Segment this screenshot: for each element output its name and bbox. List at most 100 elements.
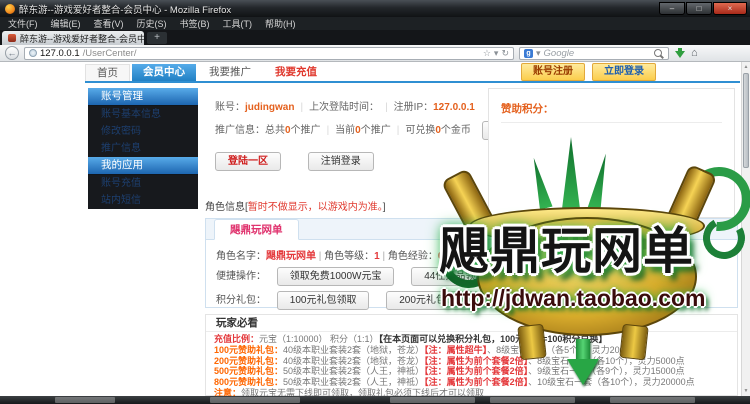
nav-tab-home[interactable]: 首页 [85,64,130,81]
register-button[interactable]: 账号注册 [521,63,585,81]
role-tab-bar: 飓鼎玩网单 [206,219,737,240]
task-items-button[interactable]: 44任务品领取 [411,267,498,286]
account-info-row: 账号：judingwan|上次登陆时间：|注册IP：127.0.0.1 [215,98,475,113]
url-host: 127.0.0.1 [40,48,80,59]
menu-bar: 文件(F) 编辑(E) 查看(V) 历史(S) 书签(B) 工具(T) 帮助(H… [0,17,750,30]
sponsor-points-panel: 赞助积分： [488,88,735,218]
players-must-read-panel: 玩家必看 充值比例：元宝（1:10000） 积分（1:1）【在本页面可以兑换积分… [205,314,738,396]
page-scrollbar[interactable]: ▲ ▼ [741,62,750,396]
scrollbar-thumb[interactable] [743,73,749,168]
site-top-nav: 首页 会员中心 我要推广 我要充值 账号注册 立即登录 [85,62,740,83]
sidebar-header-my-apps[interactable]: 我的应用 [88,157,198,175]
maximize-button[interactable]: □ [686,2,712,15]
search-icon[interactable] [654,49,662,57]
reload-icon[interactable]: ↻ [501,48,509,59]
points-gift-row: 积分礼包： 100元礼包领取 200元礼包领取 500元礼包领取 [216,291,737,310]
window-title: 醉东游--游戏爱好者整合-会员中心 - Mozilla Firefox [19,2,231,16]
pack-500-line: 500元赞助礼包：50级本职业套装2套（人王，神祗）【注：属性为前个套餐2倍】、… [214,366,729,377]
login-button[interactable]: 立即登录 [592,63,656,81]
sponsor-points-label: 赞助积分： [501,101,722,123]
bookmark-star-icon[interactable]: ☆ [483,48,491,59]
free-yuanbao-button[interactable]: 领取免费1000W元宝 [277,267,395,286]
register-ip-value: 127.0.0.1 [433,102,475,113]
login-zone1-button[interactable]: 登陆一区 [215,152,281,171]
search-input[interactable]: g ▾ Google [519,47,669,60]
taskbar-button[interactable] [390,397,475,403]
role-stats-row: 角色名字：飓鼎玩网单 | 角色等级：1 | 角色经验：0 | 元宝：0 | 铜币… [206,240,737,262]
downloads-icon[interactable] [674,47,686,59]
sidebar-item-promo-info[interactable]: 推广信息 [88,140,198,157]
google-icon: g [524,49,533,58]
sidebar: 账号管理 账号基本信息 修改密码 推广信息 我的应用 账号充值 站内短信 [88,88,198,209]
menu-bookmarks[interactable]: 书签(B) [180,17,210,30]
role-info-suffix: ] [383,202,386,213]
must-read-lines: 充值比例：元宝（1:10000） 积分（1:1）【在本页面可以兑换积分礼包，10… [206,332,737,396]
sidebar-header-account-management[interactable]: 账号管理 [88,88,198,106]
close-button[interactable]: × [713,2,747,15]
scroll-up-icon[interactable]: ▲ [742,62,750,72]
gift-100-button[interactable]: 100元礼包领取 [277,291,370,310]
minimize-button[interactable]: – [659,2,685,15]
register-ip-label: 注册IP： [394,102,433,113]
site-favicon [8,34,16,42]
browser-tab[interactable]: 醉东游--游戏爱好者整合-会员中心 [2,31,144,45]
sidebar-item-change-password[interactable]: 修改密码 [88,123,198,140]
title-bar: 醉东游--游戏爱好者整合-会员中心 - Mozilla Firefox – □ … [0,0,750,17]
menu-file[interactable]: 文件(F) [8,17,38,30]
site-identity-icon [29,49,37,57]
gift-500-button[interactable]: 500元礼包领取 [496,291,589,310]
taskbar-button[interactable] [490,397,575,403]
points-gift-label: 积分礼包： [216,295,266,306]
pack-800-line: 800元赞助礼包：50级本职业套装2套（人王，神祗）【注：属性为前个套餐2倍】、… [214,377,729,388]
firefox-icon [5,4,15,14]
quick-actions-label: 便捷操作： [216,271,266,282]
role-info-prefix: 角色信息[ [205,202,248,213]
url-path: /UserCenter/ [83,48,137,59]
role-tab[interactable]: 飓鼎玩网单 [214,219,299,240]
menu-view[interactable]: 查看(V) [94,17,124,30]
page-content: 首页 会员中心 我要推广 我要充值 账号注册 立即登录 账号管理 账号基本信息 … [0,62,750,396]
new-tab-button[interactable]: + [147,32,167,44]
pack-200-line: 200元赞助礼包：40级本职业套装2套（地狱，苍龙）【注：属性为前个套餐2倍】、… [214,356,729,367]
home-icon[interactable]: ⌂ [691,47,698,60]
menu-edit[interactable]: 编辑(E) [51,17,81,30]
nav-tab-recharge[interactable]: 我要充值 [264,64,328,81]
navigation-toolbar: ← 127.0.0.1 /UserCenter/ ☆ ▾ ↻ g ▾ Googl… [0,45,750,62]
tab-title: 醉东游--游戏爱好者整合-会员中心 [20,32,144,45]
promo-convertible: 可兑换 [405,125,435,136]
promo-current: 当前 [335,125,355,136]
quick-actions-row: 便捷操作： 领取免费1000W元宝 44任务品领取 [216,267,737,286]
nav-tab-member-center[interactable]: 会员中心 [132,64,196,81]
tab-strip: 醉东游--游戏爱好者整合-会员中心 + [0,30,750,45]
account-action-row: 登陆一区 注销登录 [215,152,374,171]
recharge-ratio-line: 充值比例：元宝（1:10000） 积分（1:1）【在本页面可以兑换积分礼包，10… [214,334,729,345]
notice-line: 注意：领取元宝无需下线即可领取，领取礼包必须下线后才可以领取 [214,388,729,396]
search-engine-dropdown-icon[interactable]: ▾ [536,48,541,59]
role-info-highlight: 暂时不做显示，以游戏内为准。 [248,202,383,213]
url-bar[interactable]: 127.0.0.1 /UserCenter/ ☆ ▾ ↻ [24,47,514,60]
last-login-label: 上次登陆时间： [309,102,379,113]
windows-taskbar [0,396,750,404]
menu-history[interactable]: 历史(S) [137,17,167,30]
promo-label: 推广信息： [215,125,265,136]
taskbar-button[interactable] [210,397,300,403]
taskbar-button[interactable] [610,397,695,403]
sidebar-item-site-message[interactable]: 站内短信 [88,192,198,209]
nav-right-buttons: 账号注册 立即登录 [514,62,656,81]
logout-button[interactable]: 注销登录 [308,152,374,171]
sidebar-item-account-basic-info[interactable]: 账号基本信息 [88,106,198,123]
sidebar-item-account-recharge[interactable]: 账号充值 [88,175,198,192]
nav-tab-promote[interactable]: 我要推广 [198,64,262,81]
taskbar-button[interactable] [55,397,115,403]
gift-200-button[interactable]: 200元礼包领取 [386,291,479,310]
dropdown-icon[interactable]: ▾ [494,48,499,59]
pack-100-line: 100元赞助礼包：40级本职业套装2套（地狱，苍龙）【注：属性超牛】、8级宝石一… [214,345,729,356]
scroll-down-icon[interactable]: ▼ [742,386,750,396]
back-button[interactable]: ← [5,46,19,60]
search-placeholder: Google [544,48,575,59]
must-read-title: 玩家必看 [206,315,737,332]
account-value: judingwan [245,102,294,113]
menu-help[interactable]: 帮助(H) [265,17,296,30]
role-panel: 飓鼎玩网单 角色名字：飓鼎玩网单 | 角色等级：1 | 角色经验：0 | 元宝：… [205,218,738,308]
menu-tools[interactable]: 工具(T) [223,17,253,30]
